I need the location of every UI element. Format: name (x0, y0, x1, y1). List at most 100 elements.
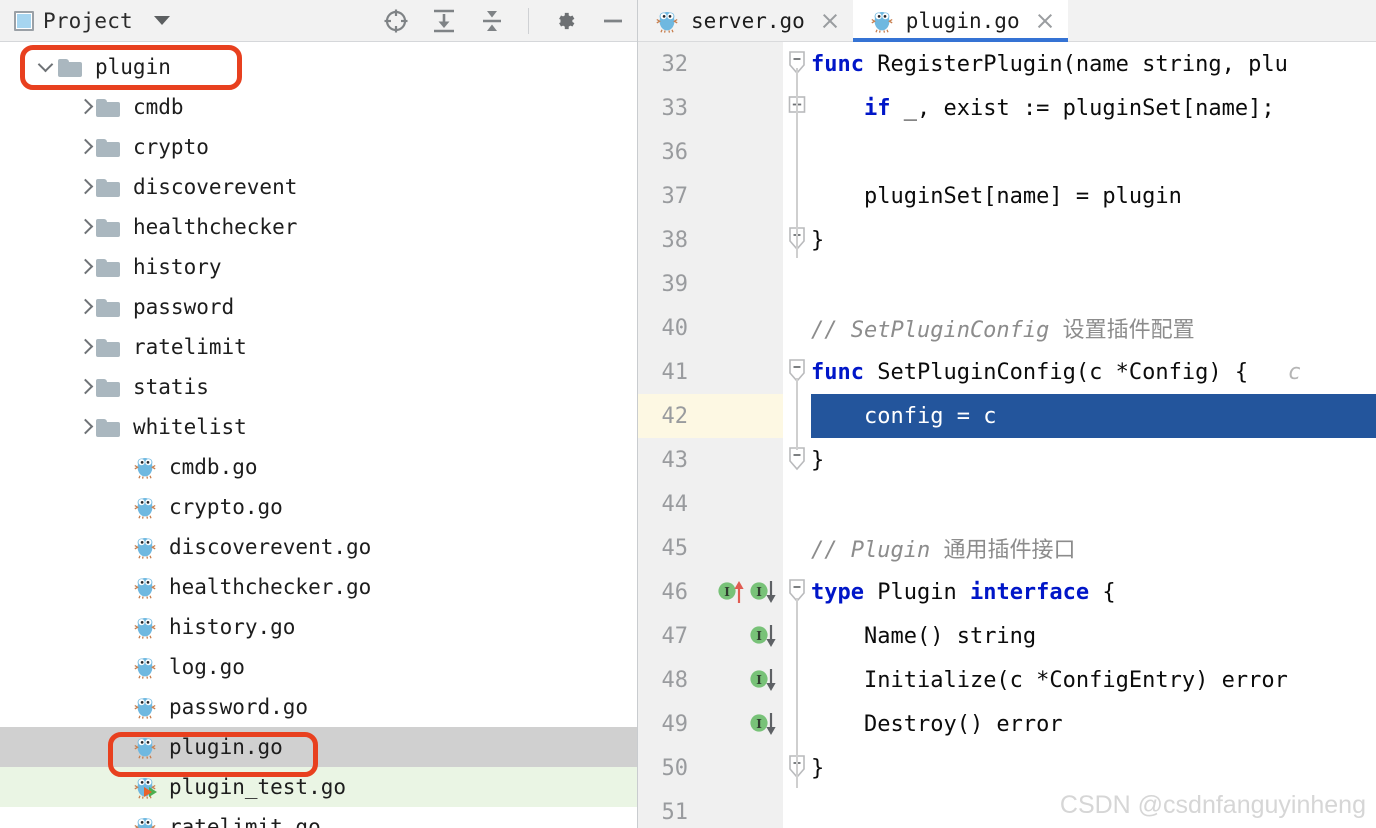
chevron-collapsed-icon[interactable] (74, 136, 96, 158)
tree-folder-discoverevent[interactable]: discoverevent (0, 167, 637, 207)
svg-text:I: I (756, 585, 762, 599)
tree-folder-crypto[interactable]: crypto (0, 127, 637, 167)
code-line-text: Name() string (863, 623, 1037, 649)
tree-file-plugin.go[interactable]: plugin.go (0, 727, 637, 767)
tree-file-crypto.go[interactable]: crypto.go (0, 487, 637, 527)
line-gutter[interactable]: 39 (638, 262, 783, 306)
chevron-collapsed-icon[interactable] (74, 376, 96, 398)
line-gutter[interactable]: 44 (638, 482, 783, 526)
tree-file-cmdb.go[interactable]: cmdb.go (0, 447, 637, 487)
go-file-icon (132, 454, 158, 480)
chevron-collapsed-icon[interactable] (74, 416, 96, 438)
editor-tab-server-go[interactable]: server.go (638, 0, 853, 41)
code-line-47[interactable]: 47 I Name() string (638, 614, 1376, 658)
line-gutter[interactable]: 51 (638, 790, 783, 828)
code-line-40[interactable]: 40 // SetPluginConfig 设置插件配置 (638, 306, 1376, 350)
code-line-49[interactable]: 49 I Destroy() error (638, 702, 1376, 746)
line-gutter[interactable]: 47 I (638, 614, 783, 658)
code-line-51[interactable]: 51 (638, 790, 1376, 828)
code-line-39[interactable]: 39 (638, 262, 1376, 306)
tree-folder-ratelimit[interactable]: ratelimit (0, 327, 637, 367)
line-gutter[interactable]: 32 (638, 42, 783, 86)
chevron-collapsed-icon[interactable] (74, 296, 96, 318)
line-gutter[interactable]: 41 (638, 350, 783, 394)
code-line-38[interactable]: 38} (638, 218, 1376, 262)
chevron-expanded-icon[interactable] (36, 56, 58, 78)
chevron-collapsed-icon[interactable] (74, 96, 96, 118)
tree-file-password.go[interactable]: password.go (0, 687, 637, 727)
line-gutter[interactable]: 40 (638, 306, 783, 350)
line-gutter[interactable]: 45 (638, 526, 783, 570)
tree-file-log.go[interactable]: log.go (0, 647, 637, 687)
code-line-46[interactable]: 46 I Itype Plugin interface { (638, 570, 1376, 614)
code-line-32[interactable]: 32 func RegisterPlugin(name string, plu (638, 42, 1376, 86)
tree-folder-healthchecker[interactable]: healthchecker (0, 207, 637, 247)
code-line-41[interactable]: 41 func SetPluginConfig(c *Config) { c (638, 350, 1376, 394)
go-file-icon (132, 534, 158, 560)
tree-folder-plugin[interactable]: plugin (0, 47, 637, 87)
line-gutter[interactable]: 46 I I (638, 570, 783, 614)
line-number: 48 (661, 667, 689, 693)
fold-marker (783, 482, 811, 526)
close-icon[interactable] (820, 11, 840, 31)
line-number: 46 (661, 579, 689, 605)
chevron-collapsed-icon[interactable] (74, 176, 96, 198)
line-gutter[interactable]: 33 (638, 86, 783, 130)
code-line-33[interactable]: 33 if _, exist := pluginSet[name]; (638, 86, 1376, 130)
tree-item-label: healthchecker (133, 214, 298, 239)
hide-panel-icon[interactable] (599, 7, 627, 35)
locate-file-icon[interactable] (382, 7, 410, 35)
tree-file-healthchecker.go[interactable]: healthchecker.go (0, 567, 637, 607)
code-line-44[interactable]: 44 (638, 482, 1376, 526)
chevron-collapsed-icon[interactable] (74, 256, 96, 278)
folder-icon (96, 217, 122, 238)
code-line-37[interactable]: 37 pluginSet[name] = plugin (638, 174, 1376, 218)
expand-all-icon[interactable] (430, 7, 458, 35)
code-line-48[interactable]: 48 I Initialize(c *ConfigEntry) error (638, 658, 1376, 702)
tree-file-history.go[interactable]: history.go (0, 607, 637, 647)
close-icon[interactable] (1035, 11, 1055, 31)
chevron-collapsed-icon[interactable] (74, 336, 96, 358)
tree-folder-whitelist[interactable]: whitelist (0, 407, 637, 447)
line-gutter[interactable]: 50 (638, 746, 783, 790)
tree-folder-cmdb[interactable]: cmdb (0, 87, 637, 127)
code-line-50[interactable]: 50} (638, 746, 1376, 790)
line-gutter[interactable]: 38 (638, 218, 783, 262)
tree-item-label: password (133, 294, 235, 319)
gutter-markers[interactable]: I (690, 711, 783, 737)
editor-tab-plugin-go[interactable]: plugin.go (852, 0, 1068, 42)
code-line-36[interactable]: 36 (638, 130, 1376, 174)
line-gutter[interactable]: 37 (638, 174, 783, 218)
tree-folder-statis[interactable]: statis (0, 367, 637, 407)
line-number: 32 (661, 51, 689, 77)
fold-marker (783, 526, 811, 570)
editor-tab-label: plugin.go (905, 8, 1020, 33)
tree-file-ratelimit.go[interactable]: ratelimit.go (0, 807, 637, 828)
line-gutter[interactable]: 48 I (638, 658, 783, 702)
gutter-markers[interactable]: II (690, 579, 783, 605)
code-line-42[interactable]: 42 config = c (638, 394, 1376, 438)
code-editor[interactable]: 32 func RegisterPlugin(name string, plu 33… (638, 42, 1376, 828)
folder-icon (96, 177, 122, 198)
code-line-43[interactable]: 43} (638, 438, 1376, 482)
tree-file-plugin_test.go[interactable]: plugin_test.go (0, 767, 637, 807)
line-gutter[interactable]: 36 (638, 130, 783, 174)
code-line-text: pluginSet[name] = plugin (863, 183, 1182, 209)
gutter-markers[interactable]: I (690, 623, 783, 649)
chevron-down-icon[interactable] (153, 16, 170, 25)
tree-folder-history[interactable]: history (0, 247, 637, 287)
fold-marker (783, 306, 811, 350)
tree-folder-password[interactable]: password (0, 287, 637, 327)
chevron-collapsed-icon[interactable] (74, 216, 96, 238)
code-line-45[interactable]: 45 // Plugin 通用插件接口 (638, 526, 1376, 570)
gutter-markers[interactable]: I (690, 667, 783, 693)
settings-gear-icon[interactable] (551, 7, 579, 35)
tree-item-label: whitelist (133, 414, 247, 439)
tree-file-discoverevent.go[interactable]: discoverevent.go (0, 527, 637, 567)
project-file-tree[interactable]: plugin cmdb crypto discoverevent healthcheck… (0, 42, 637, 828)
line-gutter[interactable]: 43 (638, 438, 783, 482)
line-gutter[interactable]: 49 I (638, 702, 783, 746)
collapse-all-icon[interactable] (478, 7, 506, 35)
line-gutter[interactable]: 42 (638, 394, 783, 438)
fold-marker (783, 790, 811, 828)
